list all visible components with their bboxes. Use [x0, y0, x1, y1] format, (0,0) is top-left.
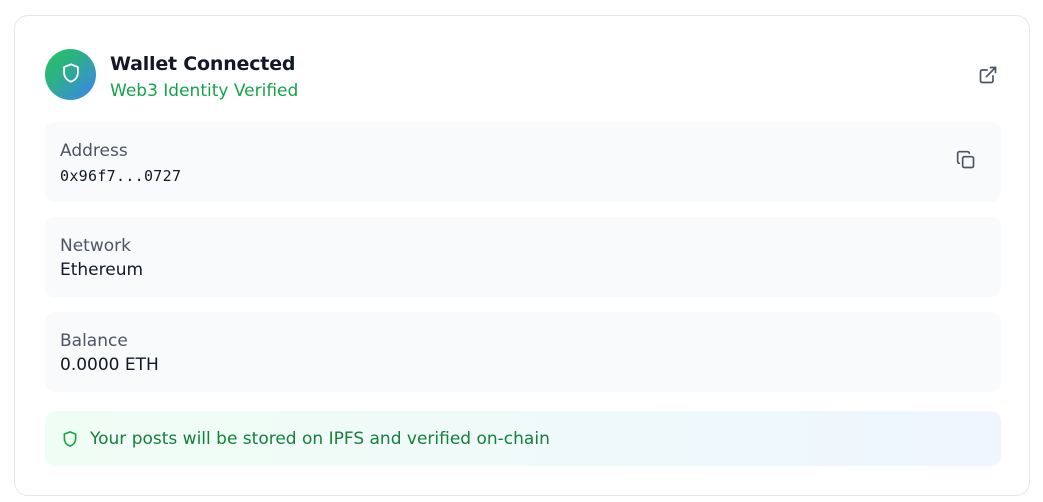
address-label: Address	[60, 141, 128, 161]
copy-icon	[956, 150, 976, 174]
wallet-card: Wallet Connected Web3 Identity Verified …	[14, 15, 1030, 496]
shield-icon	[61, 430, 79, 448]
address-value: 0x96f7...0727	[60, 167, 182, 185]
balance-box: Balance 0.0000 ETH	[45, 312, 1001, 392]
wallet-title: Wallet Connected	[110, 53, 296, 75]
wallet-avatar	[45, 49, 96, 100]
header-titles: Wallet Connected Web3 Identity Verified	[110, 51, 298, 103]
notice-text: Your posts will be stored on IPFS and ve…	[90, 428, 550, 449]
external-link-button[interactable]	[977, 66, 999, 88]
balance-value: 0.0000 ETH	[60, 355, 159, 375]
ipfs-notice: Your posts will be stored on IPFS and ve…	[45, 411, 1001, 466]
wallet-subtitle: Web3 Identity Verified	[110, 81, 299, 101]
balance-label: Balance	[60, 331, 128, 351]
external-link-icon	[978, 65, 998, 89]
network-value: Ethereum	[60, 260, 144, 280]
network-box: Network Ethereum	[45, 217, 1001, 297]
shield-icon	[60, 61, 82, 89]
address-box: Address 0x96f7...0727	[45, 122, 1001, 202]
network-label: Network	[60, 236, 131, 256]
copy-address-button[interactable]	[955, 150, 977, 174]
wallet-header: Wallet Connected Web3 Identity Verified	[45, 49, 999, 101]
